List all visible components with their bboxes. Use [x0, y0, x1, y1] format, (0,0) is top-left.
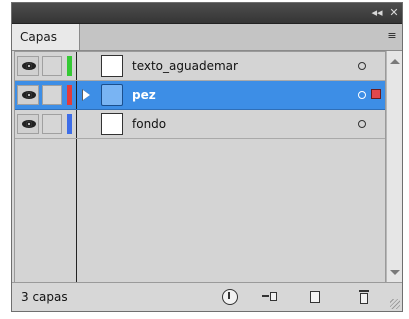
visibility-toggle[interactable] — [17, 114, 39, 134]
layer-color-indicator — [67, 85, 72, 105]
layer-name[interactable]: fondo — [132, 110, 166, 138]
panel-title-bar: ◂◂ ✕ — [12, 3, 402, 24]
scroll-up-icon[interactable] — [390, 59, 400, 64]
trash-icon[interactable] — [356, 289, 372, 305]
collapse-icon[interactable]: ◂◂ — [368, 5, 386, 21]
tab-capas[interactable]: Capas — [12, 24, 80, 50]
layer-color-indicator — [67, 114, 72, 134]
layer-row[interactable]: texto_aguademar — [15, 52, 385, 81]
arrow-shape — [262, 295, 269, 297]
new-layer-icon[interactable] — [307, 289, 323, 305]
move-to-layer-icon[interactable] — [262, 289, 278, 305]
lock-toggle[interactable] — [42, 85, 62, 105]
resize-grip-icon[interactable] — [390, 299, 400, 309]
layers-panel: ◂◂ ✕ Capas ≡ texto_aguademar pez fondo 3… — [11, 2, 403, 312]
layer-thumbnail — [101, 113, 123, 135]
divider — [76, 52, 77, 80]
bin-shape — [360, 293, 368, 304]
layer-thumbnail — [101, 84, 123, 106]
target-circle-icon[interactable] — [358, 62, 366, 70]
divider — [76, 81, 77, 109]
divider — [76, 139, 77, 282]
eye-icon — [22, 62, 36, 70]
eye-icon — [22, 91, 36, 99]
eye-icon — [22, 120, 36, 128]
scroll-down-icon[interactable] — [390, 270, 400, 275]
lid-shape — [359, 290, 369, 292]
box-shape — [270, 292, 277, 301]
target-circle-icon[interactable] — [358, 120, 366, 128]
sublayer-icon[interactable] — [222, 289, 238, 305]
panel-menu-icon[interactable]: ≡ — [384, 29, 400, 43]
close-icon[interactable]: ✕ — [386, 5, 402, 21]
box-shape — [310, 291, 320, 303]
tab-bar: Capas ≡ — [12, 24, 402, 51]
divider — [76, 110, 77, 138]
expand-triangle-fill — [83, 90, 90, 100]
selection-square-icon[interactable] — [371, 89, 381, 99]
layer-color-indicator — [67, 56, 72, 76]
vertical-scrollbar[interactable] — [386, 51, 402, 283]
layer-row[interactable]: pez — [15, 81, 385, 110]
layer-count: 3 capas — [21, 290, 68, 304]
visibility-toggle[interactable] — [17, 85, 39, 105]
layer-name[interactable]: texto_aguademar — [132, 52, 238, 80]
lock-toggle[interactable] — [42, 56, 62, 76]
layer-thumbnail — [101, 55, 123, 77]
layer-name[interactable]: pez — [132, 81, 156, 109]
panel-footer: 3 capas — [12, 282, 402, 311]
layer-list: texto_aguademar pez fondo — [14, 51, 386, 283]
layer-row[interactable]: fondo — [15, 110, 385, 139]
lock-toggle[interactable] — [42, 114, 62, 134]
target-circle-icon[interactable] — [358, 91, 366, 99]
visibility-toggle[interactable] — [17, 56, 39, 76]
